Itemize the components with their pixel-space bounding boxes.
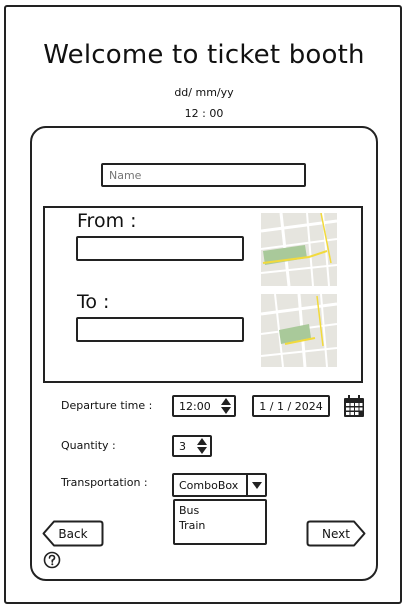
- to-input[interactable]: [76, 317, 244, 342]
- from-map-icon[interactable]: [261, 213, 337, 286]
- name-input[interactable]: [101, 163, 306, 187]
- back-button-label: Back: [58, 526, 88, 541]
- departure-time-stepper[interactable]: 12:00: [172, 395, 236, 417]
- back-button[interactable]: Back: [42, 520, 104, 547]
- current-time: 12 : 00: [184, 107, 224, 120]
- transportation-label: Transportation :: [61, 476, 148, 489]
- help-icon[interactable]: [43, 551, 61, 569]
- from-label: From :: [77, 210, 137, 232]
- spin-arrows-icon[interactable]: [194, 437, 210, 455]
- quantity-label: Quantity :: [61, 439, 116, 452]
- next-button[interactable]: Next: [306, 520, 366, 547]
- departure-label: Departure time :: [61, 399, 153, 412]
- next-button-label: Next: [322, 526, 350, 541]
- calendar-icon[interactable]: [343, 395, 365, 418]
- from-input[interactable]: [76, 236, 244, 261]
- chevron-down-icon[interactable]: [246, 475, 265, 495]
- to-label: To :: [77, 291, 110, 313]
- spin-arrows-icon[interactable]: [218, 397, 234, 415]
- departure-date-field[interactable]: 1 / 1 / 2024: [252, 395, 330, 417]
- quantity-value: 3: [179, 439, 186, 453]
- dropdown-option-bus[interactable]: Bus: [179, 503, 261, 518]
- page-title: Welcome to ticket booth: [43, 40, 365, 70]
- transportation-combobox[interactable]: ComboBox: [172, 473, 267, 497]
- quantity-stepper[interactable]: 3: [172, 435, 212, 457]
- departure-time-value: 12:00: [179, 399, 211, 413]
- transportation-value: ComboBox: [179, 478, 239, 492]
- dropdown-option-train[interactable]: Train: [179, 518, 261, 533]
- current-date: dd/ mm/yy: [174, 86, 234, 99]
- transportation-dropdown: Bus Train: [173, 499, 267, 545]
- to-map-icon[interactable]: [261, 294, 337, 367]
